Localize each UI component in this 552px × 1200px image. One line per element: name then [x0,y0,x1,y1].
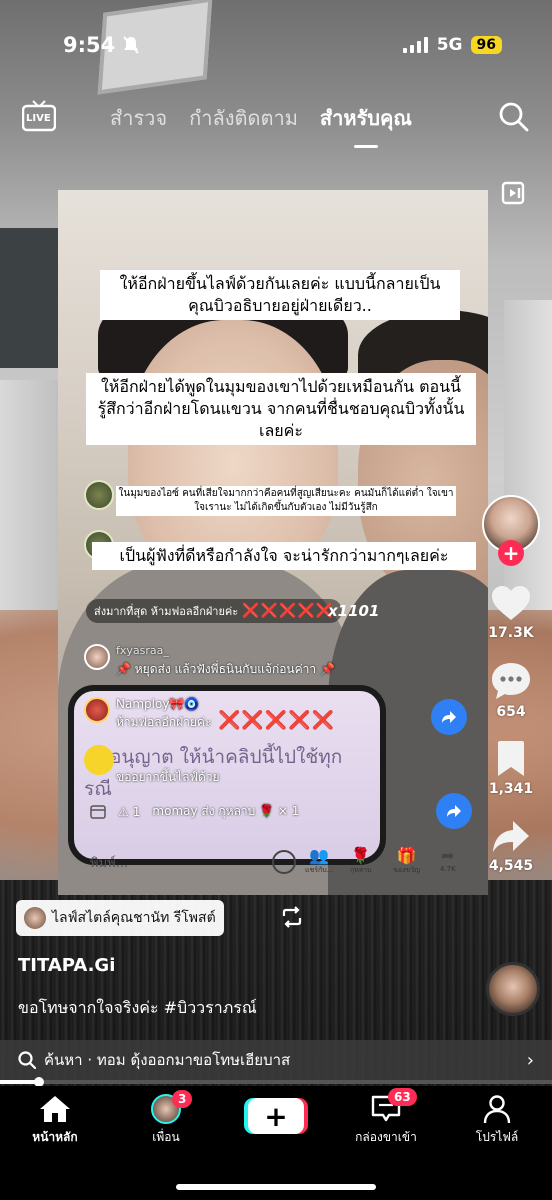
tab-following[interactable]: กำลังติดตาม [189,102,298,134]
video-progress[interactable] [0,1077,552,1087]
nav-home[interactable]: หน้าหลัก [5,1094,105,1147]
related-search-bar[interactable]: ค้นหา · ทอม ดุ้งออกมาขอโทษเฮียบาส › [0,1040,552,1080]
gift-banner-marks: ❌❌❌❌❌ [242,603,335,619]
heart-icon [491,586,530,620]
calendar-icon [90,803,106,823]
network-label: 5G [436,35,463,55]
inner-icon-label: กุหลาบ [350,866,372,874]
video-caption: ให้อีกฝ่ายได้พูดในมุมของเขาไปด้วยเหมือนก… [86,373,476,445]
comment-count: 654 [496,704,526,720]
gift-line: ⚠ 1 momay ส่ง กุหลาบ 🌹 × 1 [118,802,299,821]
nav-friends-label: เพื่อน [152,1130,180,1144]
comment-username: fxyasraa_ [116,644,169,657]
person-face [128,320,338,580]
nav-profile-label: โปรไฟล์ [475,1130,519,1144]
comment-text: 📌 หยุดส่ง แล้วฟังพี่ธนินกับแจ้ก่อนค่าา 📌 [116,662,335,676]
live-label: LIVE [26,113,51,124]
share-arrow-icon [492,821,529,852]
video-caption: เป็นผู้ฟังที่ดีหรือกำลังใจ จะน่ารักกว่าม… [92,542,476,570]
people-icon: 👥 [309,846,330,865]
nav-profile[interactable]: โปรไฟล์ [447,1094,547,1147]
commenter-avatar [84,644,110,670]
comment-text: ห้ามฟอลอีกฝ่ายค่ะ [116,715,212,729]
progress-fill [0,1080,39,1084]
inner-gift: 🎁 ของขวัญ [393,846,420,876]
follow-button[interactable]: + [498,540,524,566]
friends-badge: 3 [172,1090,193,1108]
inner-icon-label: 4.7K [440,865,456,873]
live-button[interactable]: LIVE [21,100,57,132]
gift-banner-label: ส่งมากที่สุด ห้ามฟอลอีกฝ่ายค่ะ [94,605,239,618]
repost-label: ไลฟ์สไตล์คุณชานัท รีโพสต์ [52,910,216,926]
create-button[interactable]: + [248,1098,304,1134]
action-bar: + 17.3K 654 1,341 4,545 [480,495,542,874]
home-icon [40,1096,70,1122]
feed-tabs: สำรวจ กำลังติดตาม สำหรับคุณ [110,102,412,148]
inner-icon-label: แชร์กับ... [305,866,334,874]
music-disc[interactable] [486,962,540,1016]
nav-inbox-label: กล่องขาเข้า [355,1130,417,1144]
like-count: 17.3K [488,625,534,641]
search-icon[interactable] [499,102,529,136]
chevron-right-icon: › [526,1049,534,1071]
signal-icon [402,37,428,53]
repost-avatar [24,907,46,929]
warning-icon: ⚠ [118,804,129,819]
gift-icon: 🎁 [396,846,417,865]
like-action[interactable]: 17.3K [488,584,534,641]
background-cabinet [0,228,62,368]
gift-banner: ส่งมากที่สุด ห้ามฟอลอีกฝ่ายค่ะ ❌❌❌❌❌ [86,599,343,623]
nav-home-label: หน้าหลัก [32,1130,78,1144]
comment-action[interactable]: 654 [490,661,532,720]
inner-share-with: 👥 แชร์กับ... [305,846,333,876]
share-count: 4,545 [488,858,534,874]
video-caption-small: ในมุมของไอซ์ คนที่เสียใจมากกว่าคือคนที่ส… [116,486,456,516]
author-name[interactable]: TITAPA.Gi [18,955,115,976]
search-icon [18,1051,36,1069]
related-search-text: ค้นหา · ทอม ดุ้งออกมาขอโทษเฮียบาส [44,1051,291,1069]
comment-bubble-icon [492,663,530,699]
repost-chip[interactable]: ไลฟ์สไตล์คุณชานัท รีโพสต์ [16,900,224,936]
home-indicator [176,1184,376,1190]
battery-level: 96 [470,36,502,54]
live-request-text: ขออยากขึ้นไลฟ์ด้วย [116,770,220,784]
inner-icon-label: ของขวัญ [393,866,421,874]
inner-share-count: ➦ 4.7K [440,846,456,873]
gift-line-count: 1 [132,804,141,819]
inner-rose: 🌹 กุหลาบ [350,846,372,876]
repost-icon [280,906,304,932]
status-time: 9:54 [63,33,116,57]
commenter-avatar [84,480,114,510]
video-caption: ให้อีกฝ่ายขึ้นไลฟ์ด้วยกันเลยค่ะ แบบนี้กล… [100,270,460,320]
profile-icon [483,1095,511,1124]
inbox-badge: 63 [388,1088,417,1106]
video-watermark: รณี [84,778,112,800]
comment-marks: ❌❌❌❌❌ [218,710,336,731]
playlist-icon[interactable] [500,180,526,210]
comment-username: Namploy🎀🧿 [116,697,200,711]
bottom-nav: หน้าหลัก เพื่อน 3 + กล่องขาเข้า 63 โปรไฟ… [0,1086,552,1200]
video-description: ขอโทษจากใจจริงค่ะ #บิววราภรณ์ [18,998,257,1017]
inner-comment-input: พิมพ์... [90,856,129,871]
save-count: 1,341 [488,781,534,797]
rose-icon: 🌹 [350,846,371,865]
plus-icon: + [264,1099,288,1133]
tab-explore[interactable]: สำรวจ [110,102,167,134]
gift-line-text: momay ส่ง กุหลาบ 🌹 × 1 [152,804,300,818]
tab-for-you[interactable]: สำหรับคุณ [320,102,412,148]
nav-friends[interactable]: เพื่อน 3 [116,1090,216,1147]
inner-share-icon [436,793,472,829]
nav-inbox[interactable]: กล่องขาเข้า 63 [336,1088,436,1147]
gift-multiplier: x1101 [328,602,380,620]
share-action[interactable]: 4,545 [489,819,533,874]
bookmark-icon [497,741,524,776]
share-arrow-icon: ➦ [441,846,455,865]
minion-sticker-icon [84,745,114,775]
silent-bell-icon [122,35,140,59]
emoji-icon [272,850,296,874]
save-action[interactable]: 1,341 [489,740,533,797]
commenter-avatar [84,697,110,723]
status-indicators: 5G 96 [402,35,502,55]
inner-share-icon [431,699,467,735]
